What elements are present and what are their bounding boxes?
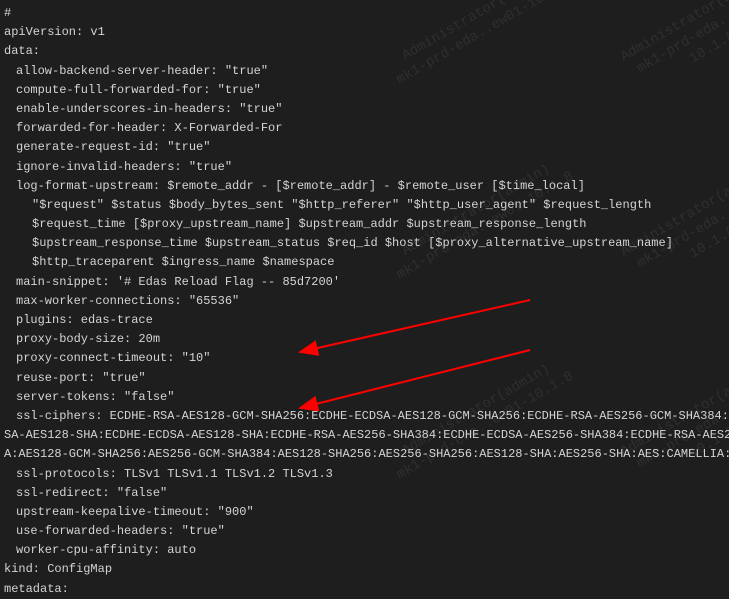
yaml-config-block: #apiVersion: v1data:allow-backend-server… [4, 4, 729, 599]
config-line: allow-backend-server-header: "true" [4, 62, 729, 81]
config-line: server-tokens: "false" [4, 388, 729, 407]
config-line: reuse-port: "true" [4, 369, 729, 388]
config-line: use-forwarded-headers: "true" [4, 522, 729, 541]
config-line: compute-full-forwarded-for: "true" [4, 81, 729, 100]
config-line: ssl-ciphers: ECDHE-RSA-AES128-GCM-SHA256… [4, 407, 729, 426]
config-line: upstream-keepalive-timeout: "900" [4, 503, 729, 522]
config-line: forwarded-for-header: X-Forwarded-For [4, 119, 729, 138]
config-line: plugins: edas-trace [4, 311, 729, 330]
config-line: ssl-protocols: TLSv1 TLSv1.1 TLSv1.2 TLS… [4, 465, 729, 484]
config-line: ignore-invalid-headers: "true" [4, 158, 729, 177]
config-line: generate-request-id: "true" [4, 138, 729, 157]
config-line: enable-underscores-in-headers: "true" [4, 100, 729, 119]
config-line: kind: ConfigMap [4, 560, 729, 579]
config-line: $upstream_response_time $upstream_status… [4, 234, 729, 253]
config-line: A:AES128-GCM-SHA256:AES256-GCM-SHA384:AE… [4, 445, 729, 464]
config-line: $http_traceparent $ingress_name $namespa… [4, 253, 729, 272]
config-line: metadata: [4, 580, 729, 599]
config-line: proxy-body-size: 20m [4, 330, 729, 349]
config-line: data: [4, 42, 729, 61]
config-line: main-snippet: '# Edas Reload Flag -- 85d… [4, 273, 729, 292]
config-line: worker-cpu-affinity: auto [4, 541, 729, 560]
config-line: $request_time [$proxy_upstream_name] $up… [4, 215, 729, 234]
config-line: log-format-upstream: $remote_addr - [$re… [4, 177, 729, 196]
config-line: apiVersion: v1 [4, 23, 729, 42]
config-line: max-worker-connections: "65536" [4, 292, 729, 311]
config-line: "$request" $status $body_bytes_sent "$ht… [4, 196, 729, 215]
config-line: # [4, 4, 729, 23]
config-line: SA-AES128-SHA:ECDHE-ECDSA-AES128-SHA:ECD… [4, 426, 729, 445]
config-line: proxy-connect-timeout: "10" [4, 349, 729, 368]
